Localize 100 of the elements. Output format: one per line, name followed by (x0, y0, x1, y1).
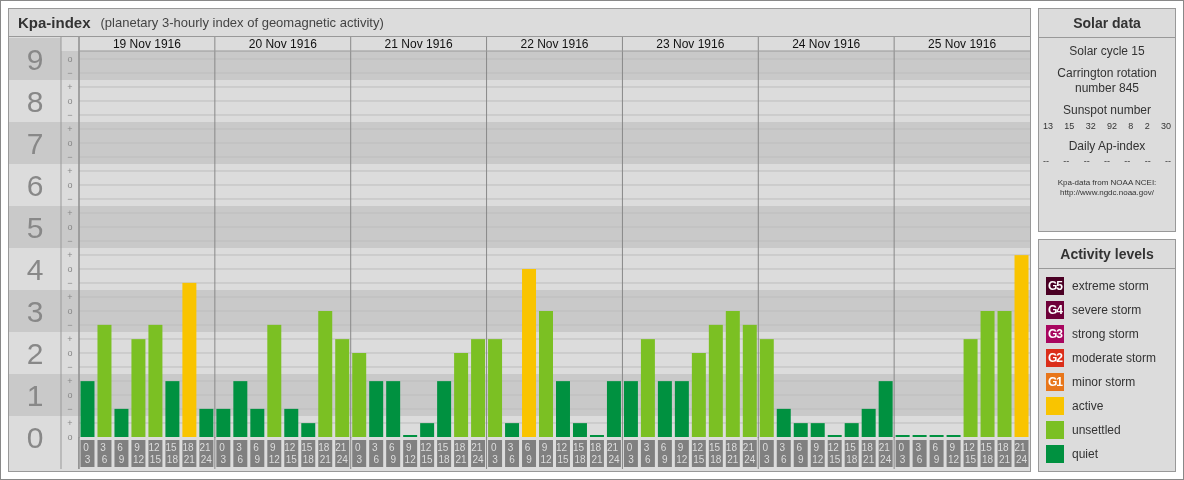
sunspot-value: 30 (1160, 120, 1171, 131)
y-minor-label: − (67, 194, 73, 204)
y-minor-label: + (67, 124, 73, 134)
bar (793, 423, 808, 437)
x-tick-label: 0 3 (898, 442, 906, 465)
x-axis-label: 18 21 (182, 440, 197, 467)
x-axis-label: 6 9 (522, 440, 536, 467)
y-axis-label: 0 (26, 421, 44, 454)
bar (606, 381, 621, 437)
x-tick-label: 0 3 (490, 442, 499, 465)
y-axis-label: 9 (26, 43, 44, 76)
date-label: 21 Nov 1916 (384, 37, 453, 51)
y-axis-label: 4 (26, 253, 44, 286)
x-tick-label: 6 9 (932, 442, 940, 465)
date-label: 19 Nov 1916 (112, 37, 181, 51)
bar (437, 381, 452, 437)
y-axis-label: 8 (26, 85, 44, 118)
bar (301, 423, 316, 437)
level-label: quiet (1072, 447, 1099, 461)
y-minor-label: − (67, 152, 73, 162)
sunspot-value: 92 (1107, 120, 1117, 131)
bar (844, 423, 859, 437)
y-minor-label: − (67, 68, 73, 78)
ap-index-value: -- (1083, 155, 1090, 166)
y-minor-label: − (67, 236, 73, 246)
level-label: strong storm (1072, 327, 1139, 341)
panel-title: Solar data (1039, 9, 1175, 38)
bar (80, 381, 95, 437)
x-axis-label: 21 24 (335, 440, 350, 467)
chart-subtitle: (planetary 3-hourly index of geomagnetic activity) (100, 15, 384, 30)
x-axis-label: 0 3 (352, 440, 367, 467)
level-label: unsettled (1072, 423, 1121, 437)
date-label: 22 Nov 1916 (520, 37, 589, 51)
x-axis-label: 0 3 (488, 440, 503, 467)
x-axis-label: 21 24 (471, 440, 486, 467)
x-axis-label: 18 21 (318, 440, 333, 467)
ap-index-value: -- (1043, 155, 1049, 166)
x-axis-label: 15 18 (437, 440, 452, 467)
x-axis-label: 18 21 (454, 440, 469, 467)
ap-index-title: Daily Ap-index (1068, 138, 1146, 153)
bar (199, 408, 214, 437)
bar (657, 381, 672, 437)
sunspot-value: 2 (1144, 120, 1150, 131)
bar (861, 408, 876, 437)
y-axis-label: 6 (26, 169, 44, 202)
x-axis-label: 3 6 (369, 440, 384, 467)
sunspot-title: Sunspot number (1062, 103, 1152, 118)
x-tick-label: 6 9 (253, 442, 261, 465)
x-tick-label: 0 3 (355, 442, 363, 465)
bar (878, 381, 893, 437)
level-label: extreme storm (1072, 279, 1149, 293)
bar (623, 381, 638, 437)
x-axis-label: 3 6 (233, 440, 248, 467)
x-axis-label: 12 15 (148, 440, 163, 467)
y-minor-label: o (67, 348, 73, 358)
x-tick-label: 3 6 (236, 442, 244, 465)
y-minor-label: + (67, 376, 73, 386)
level-swatch: G3 (1046, 325, 1064, 343)
x-tick-label: 0 3 (83, 442, 91, 465)
sunspot-value: 13 (1043, 120, 1053, 131)
x-axis-label: 12 15 (284, 440, 299, 467)
panel-title: Activity levels (1039, 240, 1175, 269)
x-axis-label: 3 6 (505, 440, 520, 467)
y-minor-label: − (67, 362, 73, 372)
x-axis-label: 6 9 (386, 440, 401, 467)
level-swatch: G2 (1046, 349, 1064, 367)
bar (505, 423, 520, 437)
bar (250, 408, 265, 437)
y-minor-label: − (67, 110, 73, 120)
bar (369, 381, 384, 437)
y-axis-label: 7 (26, 127, 44, 160)
bar (386, 381, 401, 437)
y-axis-label: 1 (26, 379, 44, 412)
x-axis-label: 15 18 (165, 440, 180, 467)
bar (810, 423, 825, 437)
x-axis-label: 9 12 (403, 440, 418, 467)
sunspot-value: 8 (1128, 120, 1134, 131)
x-axis-label: 9 12 (267, 440, 282, 467)
x-tick-label: 3 6 (100, 442, 108, 465)
solar-cycle: Solar cycle 15 (1069, 44, 1145, 59)
data-source-note: Kpa-data from NOAA NCEI: http://www.ngdc.noaa.gov/ (1056, 177, 1158, 199)
y-minor-label: + (67, 208, 73, 218)
bar (233, 381, 248, 437)
y-minor-label: + (67, 250, 73, 260)
x-tick-label: 0 3 (762, 442, 770, 465)
carrington-rotation: Carrington rotation number 845 (1056, 66, 1158, 96)
y-minor-label: o (67, 432, 73, 442)
sunspot-value: 15 (1064, 120, 1075, 131)
x-tick-label: 3 6 (915, 442, 923, 465)
bar (573, 423, 587, 437)
x-axis-label: 6 9 (250, 440, 265, 467)
x-tick-label: 0 3 (219, 442, 227, 465)
x-axis-label: 12 15 (556, 440, 570, 467)
x-tick-label: 3 6 (372, 442, 380, 465)
bar (165, 381, 180, 437)
x-axis-label: 9 12 (131, 440, 146, 467)
y-axis-label: 3 (26, 295, 44, 328)
x-tick-label: 6 9 (796, 442, 804, 465)
level-swatch: G1 (1046, 373, 1064, 391)
chart-title: Kpa-index (18, 14, 91, 31)
